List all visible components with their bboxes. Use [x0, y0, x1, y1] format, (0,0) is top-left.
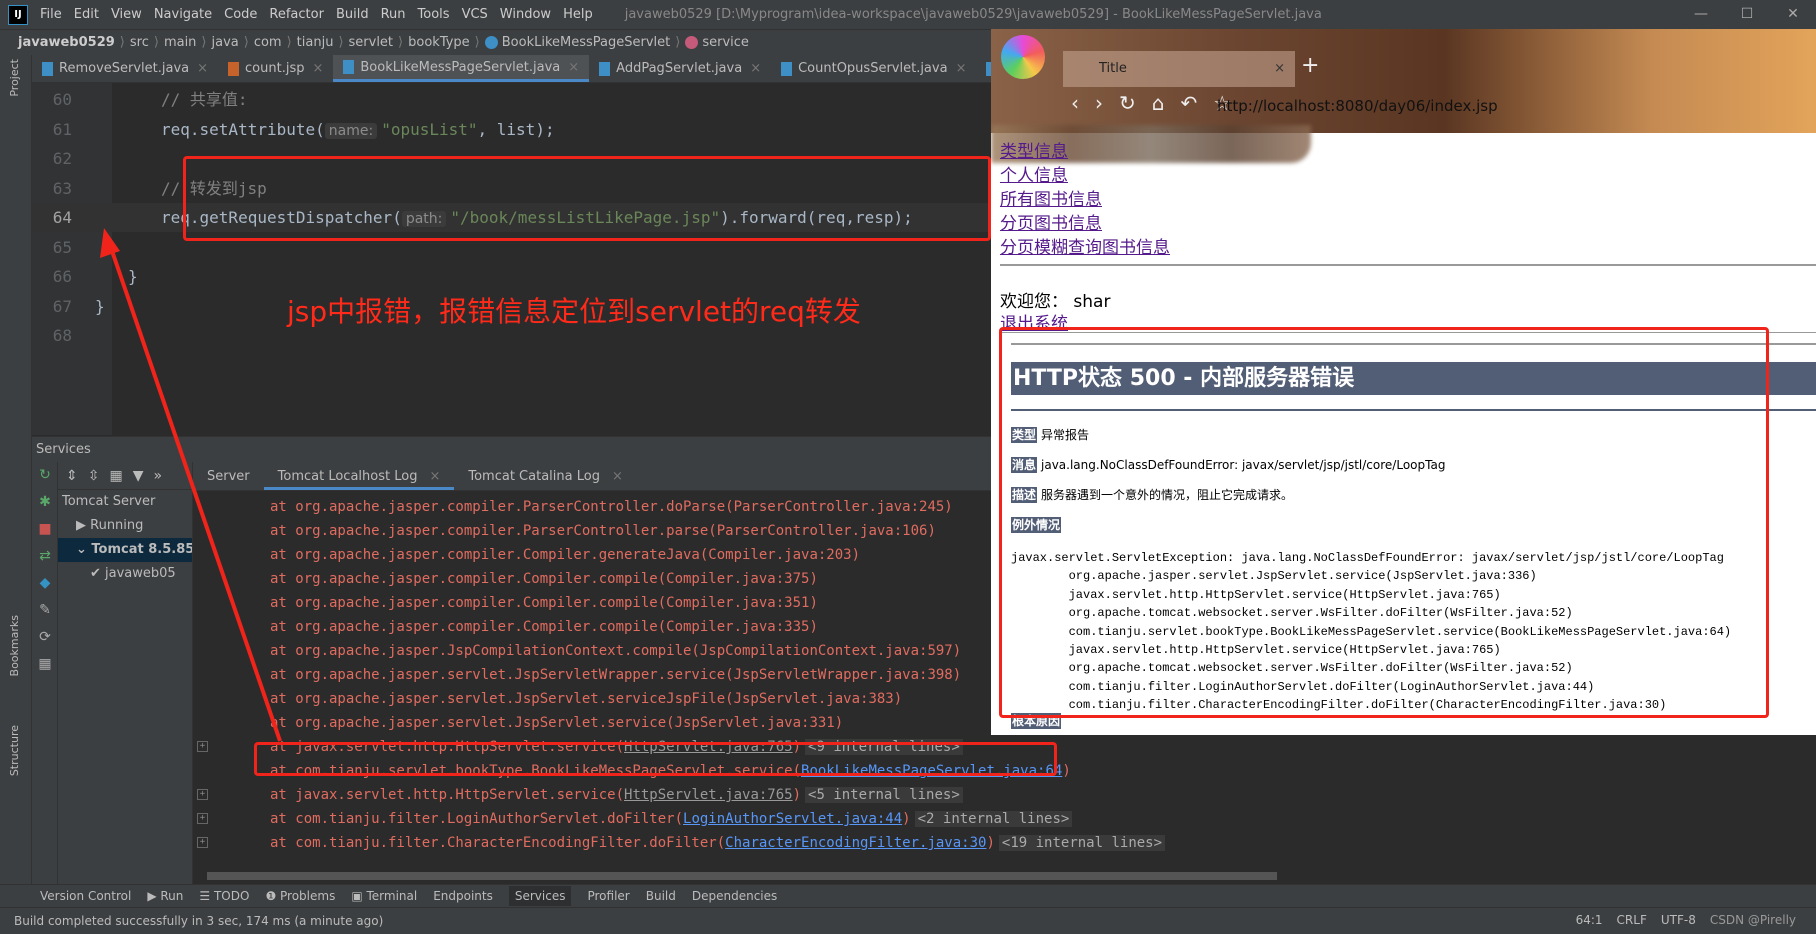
annotation-text: jsp中报错，报错信息定位到servlet的req转发 [287, 295, 861, 328]
annotation-arrow [100, 228, 282, 742]
